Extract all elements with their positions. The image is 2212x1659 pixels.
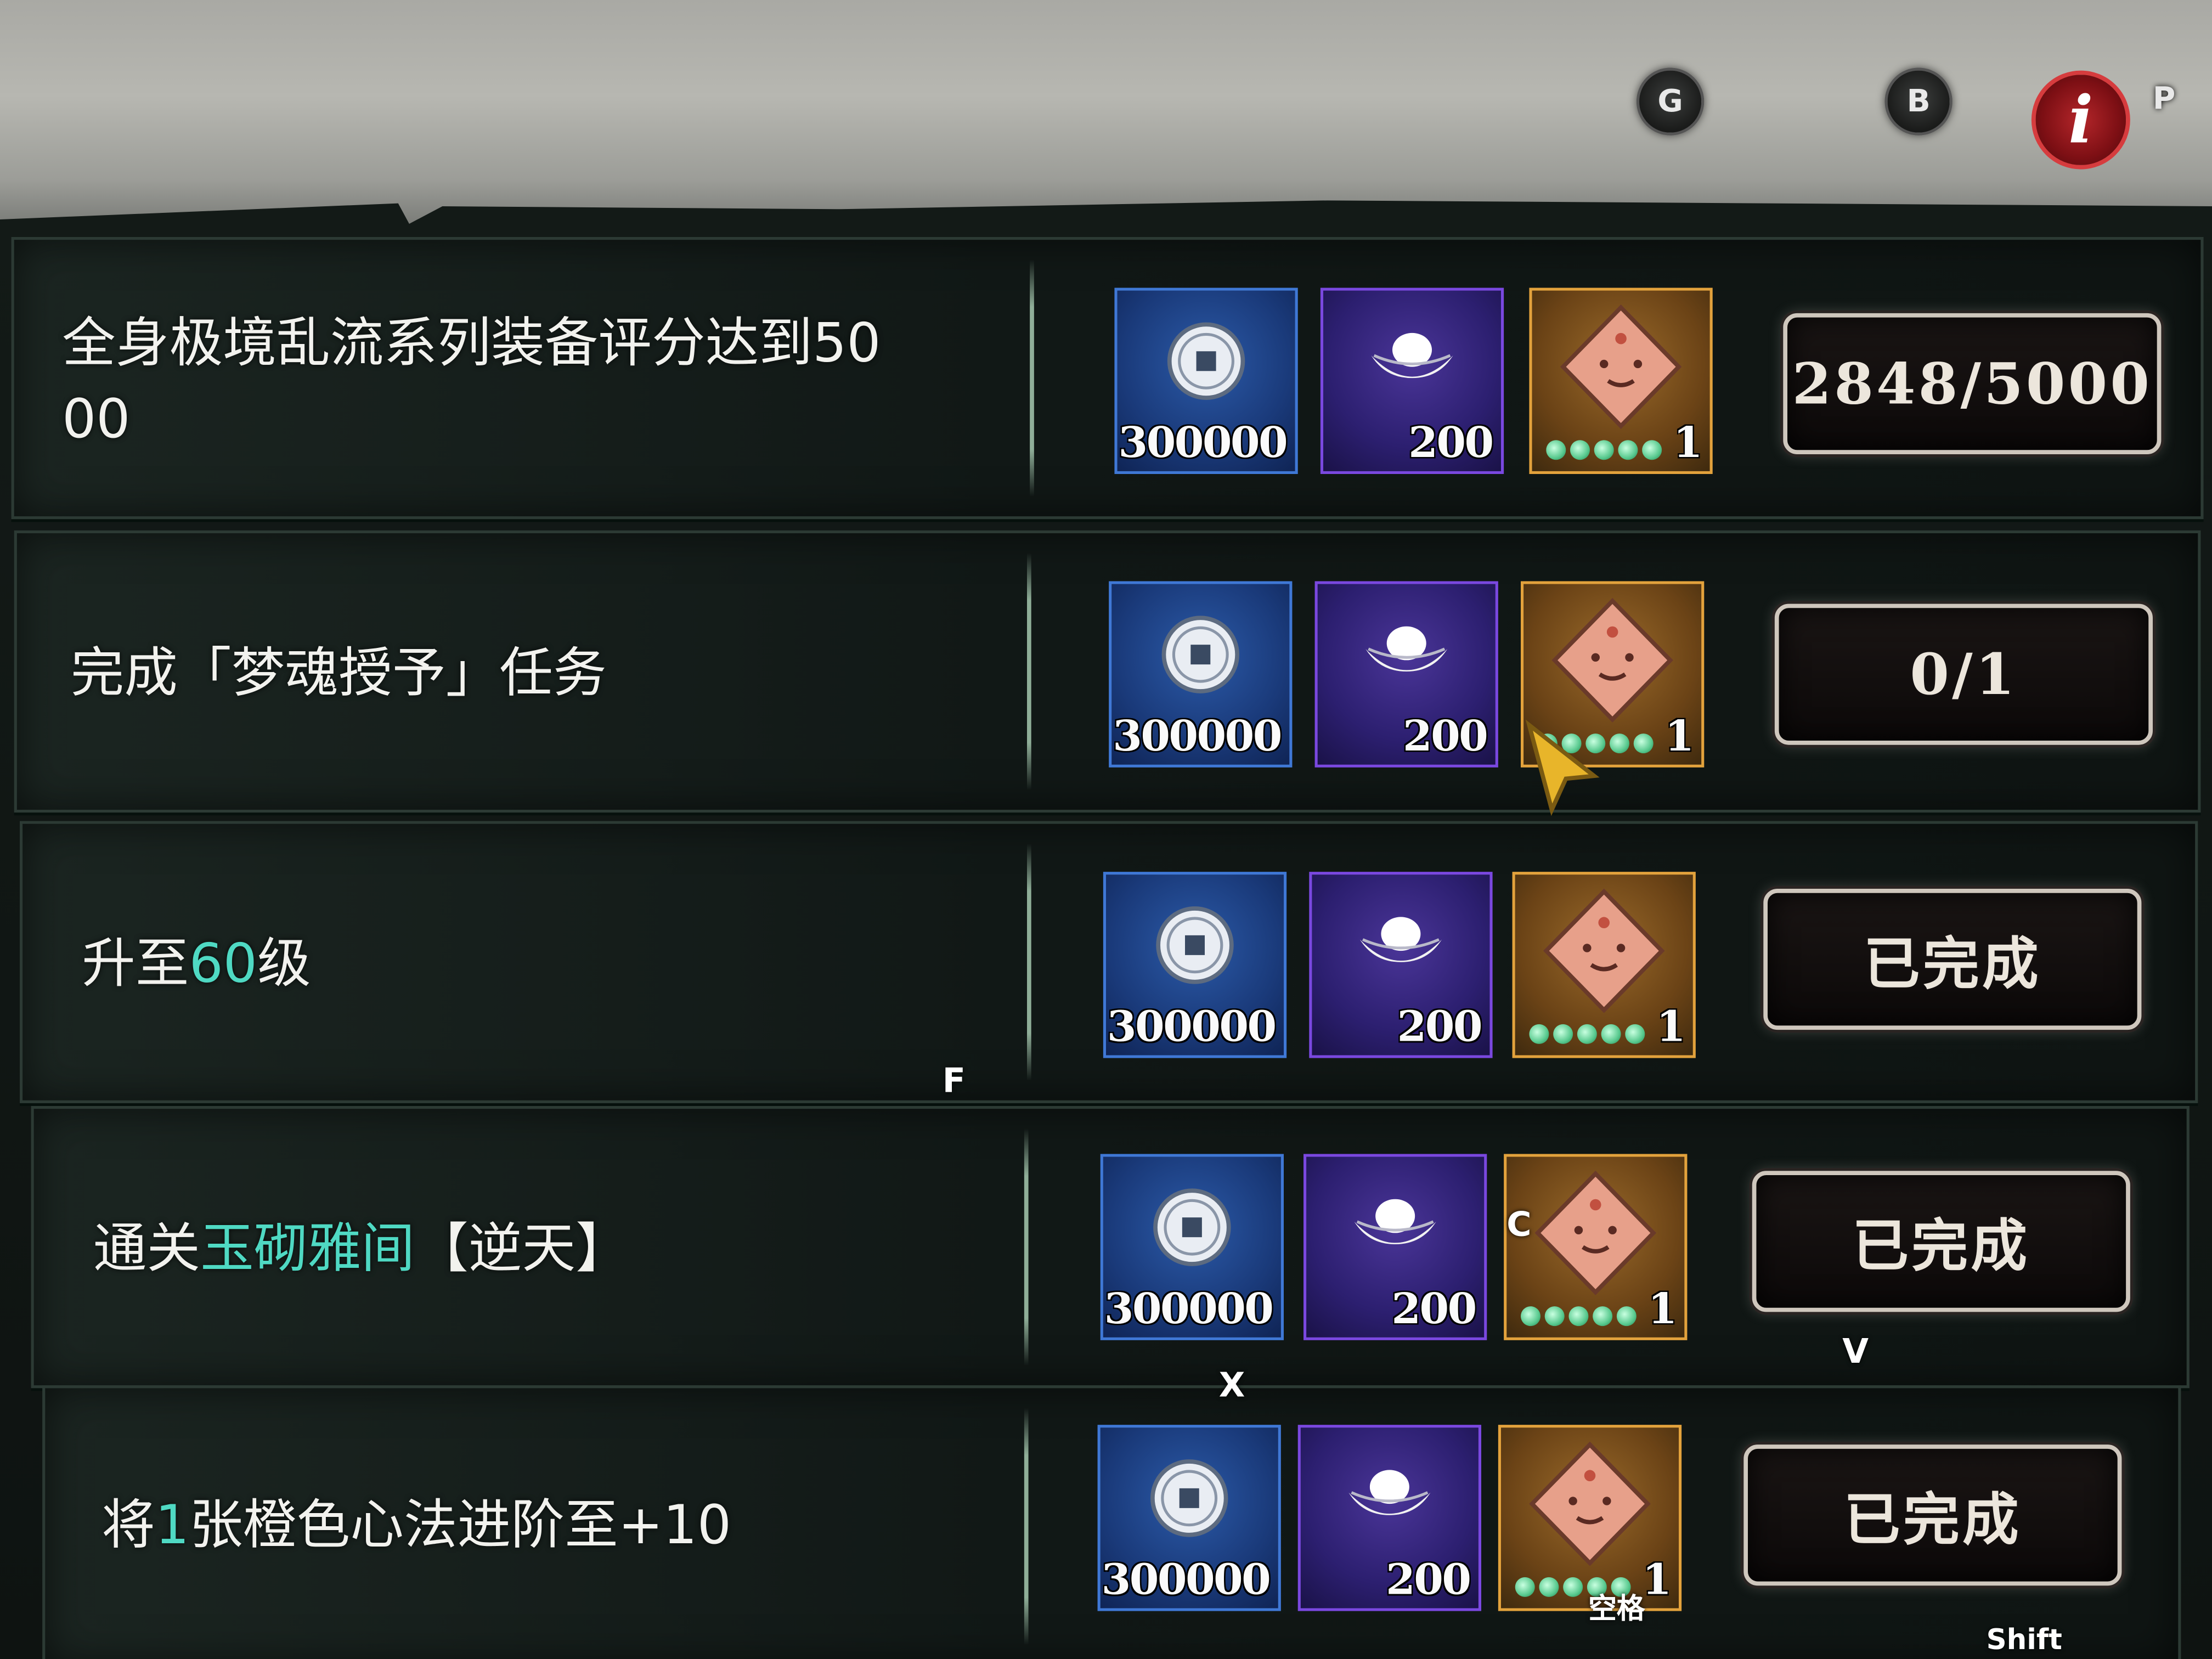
doll-icon <box>1534 1170 1657 1295</box>
doll-icon <box>1560 304 1682 429</box>
row-divider <box>1027 843 1031 1081</box>
coin-icon <box>1153 1188 1231 1266</box>
key-hint-c: C <box>1506 1205 1532 1244</box>
task-title: 升至60级 <box>82 926 311 1002</box>
reward-quantity: 1 <box>1673 419 1703 469</box>
doll-icon <box>1529 1441 1651 1566</box>
doll-rating-dots <box>1529 1024 1645 1044</box>
reward-doll[interactable]: 1 <box>1498 1425 1682 1611</box>
silver-ingot-icon <box>1359 917 1442 962</box>
game-screen: G B i P 全身极境乱流系列装备评分达到50 00 300000 200 1… <box>0 0 2212 1659</box>
reward-quantity: 1 <box>1664 712 1695 762</box>
task-row: 升至60级 300000 200 1 已完成 <box>20 821 2198 1103</box>
key-hint-p-label: P <box>2152 81 2176 117</box>
task-status-text: 已完成 <box>1843 1487 2022 1554</box>
row-divider <box>1024 1128 1029 1366</box>
row-divider <box>1030 259 1034 497</box>
reward-coin[interactable]: 300000 <box>1109 581 1293 768</box>
key-hint-p: P <box>2133 67 2195 129</box>
task-row: 全身极境乱流系列装备评分达到50 00 300000 200 1 2848/50… <box>11 237 2204 520</box>
task-title-text: 【逆天】 <box>415 1217 629 1280</box>
reward-silver-ingot[interactable]: 200 <box>1320 287 1504 474</box>
reward-silver-ingot[interactable]: 200 <box>1297 1425 1481 1611</box>
task-title: 通关玉砌雅间【逆天】 <box>93 1210 629 1286</box>
reward-coin[interactable]: 300000 <box>1103 872 1287 1058</box>
reward-quantity: 1 <box>1647 1285 1678 1335</box>
doll-icon <box>1551 597 1673 723</box>
coin-icon <box>1161 616 1239 693</box>
task-title: 完成「梦魂授予」任务 <box>70 642 607 704</box>
task-title-text: 升至 <box>82 932 189 995</box>
task-title: 将1张橙色心法进阶至+10 <box>101 1487 731 1563</box>
task-title-text: 张橙色心法进阶至+10 <box>189 1494 732 1556</box>
reward-coin[interactable]: 300000 <box>1097 1425 1281 1611</box>
reward-silver-ingot[interactable]: 200 <box>1304 1154 1487 1340</box>
reward-doll[interactable]: 1 <box>1504 1154 1688 1340</box>
task-title-highlight: 玉砌雅间 <box>200 1217 415 1280</box>
task-status-text: 已完成 <box>1852 1213 2030 1280</box>
task-row: 将1张橙色心法进阶至+10 300000 200 1 已完成 <box>42 1385 2181 1659</box>
reward-silver-ingot[interactable]: 200 <box>1309 872 1493 1058</box>
reward-quantity: 1 <box>1642 1556 1672 1606</box>
reward-quantity: 300000 <box>1104 1285 1274 1335</box>
key-hint-v: V <box>1842 1331 1869 1372</box>
task-title: 全身极境乱流系列装备评分达到50 00 <box>62 304 1022 457</box>
key-hint-f: F <box>942 1060 966 1101</box>
silver-ingot-icon <box>1371 332 1453 379</box>
coin-icon <box>1167 322 1245 400</box>
coin-icon <box>1156 906 1234 984</box>
reward-doll[interactable]: 1 <box>1529 287 1713 474</box>
row-divider <box>1027 553 1031 790</box>
row-divider <box>1024 1408 1029 1645</box>
task-title-text: 级 <box>257 932 311 995</box>
task-title-line: 00 <box>62 388 131 450</box>
reward-quantity: 200 <box>1397 1003 1483 1053</box>
silver-ingot-icon <box>1365 626 1448 672</box>
coin-icon <box>1150 1459 1228 1537</box>
reward-quantity: 1 <box>1656 1003 1686 1053</box>
key-hint-b[interactable]: B <box>1884 67 1953 136</box>
task-title-text: 将 <box>101 1494 155 1556</box>
reward-quantity: 200 <box>1408 419 1494 469</box>
reward-doll[interactable]: 1 <box>1512 872 1696 1058</box>
reward-quantity: 200 <box>1391 1285 1477 1335</box>
background-wall <box>0 0 2212 240</box>
reward-quantity: 200 <box>1386 1556 1471 1606</box>
reward-quantity: 300000 <box>1107 1003 1277 1053</box>
key-hint-space: 空格 <box>1588 1591 1645 1626</box>
key-hint-x: X <box>1218 1365 1245 1406</box>
key-hint-g[interactable]: G <box>1636 67 1705 136</box>
info-icon[interactable]: i <box>2031 70 2130 170</box>
key-hint-g-label: G <box>1657 84 1683 120</box>
reward-coin[interactable]: 300000 <box>1114 287 1298 474</box>
doll-rating-dots <box>1521 1306 1637 1327</box>
task-title-text: 通关 <box>93 1217 201 1280</box>
task-row: 完成「梦魂授予」任务 300000 200 1 0/1 <box>14 530 2201 813</box>
cursor-arrow-icon <box>1525 719 1600 816</box>
reward-silver-ingot[interactable]: 200 <box>1314 581 1498 768</box>
reward-quantity: 300000 <box>1113 712 1282 762</box>
task-title-line: 全身极境乱流系列装备评分达到50 <box>62 312 881 374</box>
doll-rating-dots <box>1546 440 1662 460</box>
task-title-highlight: 1 <box>155 1494 190 1556</box>
silver-ingot-icon <box>1348 1470 1431 1515</box>
task-progress-badge: 2848/5000 <box>1783 313 2162 454</box>
reward-quantity: 300000 <box>1101 1556 1271 1606</box>
reward-coin[interactable]: 300000 <box>1100 1154 1284 1340</box>
task-status-text: 2848/5000 <box>1792 351 2153 417</box>
task-completed-badge: 已完成 <box>1752 1171 2130 1312</box>
doll-icon <box>1543 888 1665 1013</box>
task-completed-badge: 已完成 <box>1763 889 2142 1030</box>
task-status-text: 已完成 <box>1863 931 2041 997</box>
task-status-text: 0/1 <box>1910 641 2018 708</box>
task-title-highlight: 60 <box>189 932 257 995</box>
key-hint-shift: Shift <box>1986 1622 2062 1656</box>
reward-quantity: 300000 <box>1118 419 1288 469</box>
info-icon-glyph: i <box>2068 82 2094 158</box>
silver-ingot-icon <box>1354 1199 1436 1244</box>
key-hint-b-label: B <box>1906 84 1931 120</box>
task-progress-badge: 0/1 <box>1774 603 2153 745</box>
task-completed-badge: 已完成 <box>1743 1444 2122 1586</box>
reward-quantity: 200 <box>1402 712 1488 762</box>
